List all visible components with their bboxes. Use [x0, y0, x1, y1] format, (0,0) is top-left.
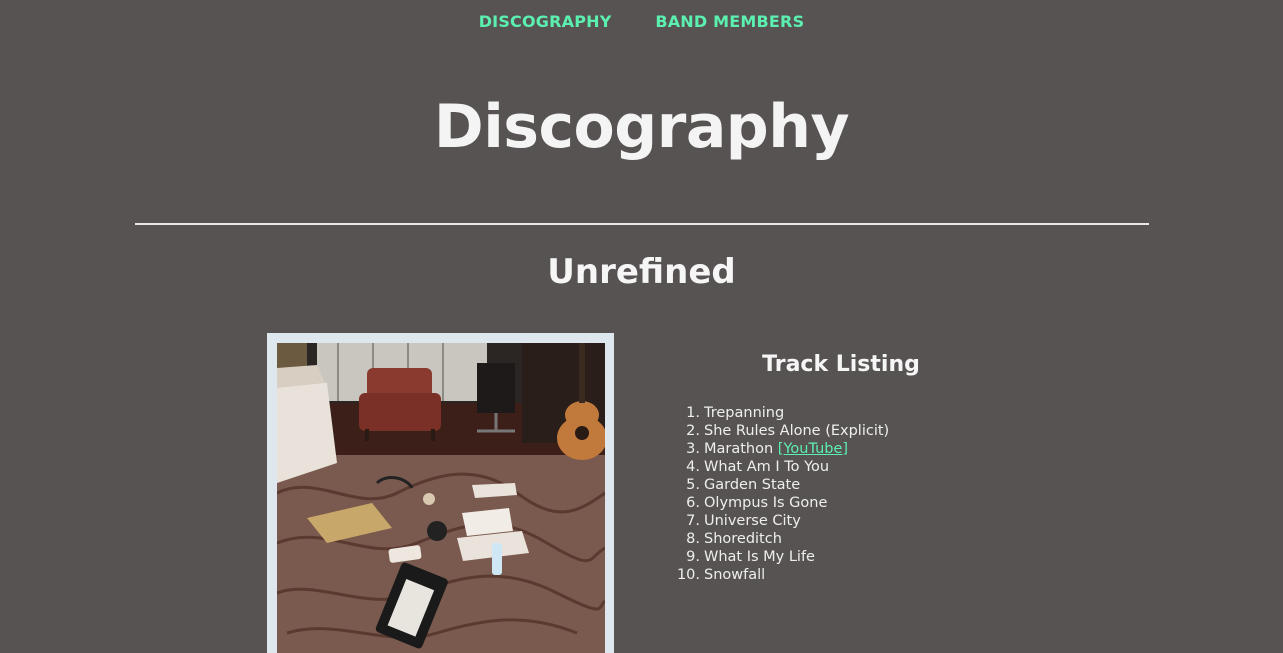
track-item: 2. She Rules Alone (Explicit): [686, 422, 890, 440]
track-item: 10. Snowfall: [677, 566, 889, 584]
track-item: 7. Universe City: [686, 512, 889, 530]
track-item: 6. Olympus Is Gone: [686, 494, 889, 512]
track-number: 3.: [686, 441, 700, 457]
track-title: Snowfall: [704, 567, 766, 583]
album-title: Unrefined: [547, 252, 736, 292]
track-title: Trepanning: [704, 405, 785, 421]
track-number: 10.: [676, 567, 700, 583]
track-title: Garden State: [704, 477, 801, 493]
track-title: She Rules Alone (Explicit): [704, 423, 890, 439]
track-title: Marathon: [704, 441, 774, 457]
track-item: 8. Shoreditch: [686, 530, 889, 548]
track-listing-heading: Track Listing: [762, 352, 920, 377]
track-number: 9.: [686, 549, 700, 565]
nav-link-discography[interactable]: DISCOGRAPHY: [479, 12, 612, 31]
track-title: What Am I To You: [704, 459, 830, 475]
nav-link-band-members[interactable]: BAND MEMBERS: [655, 12, 804, 31]
track-number: 2.: [686, 423, 700, 439]
track-item: 5. Garden State: [686, 476, 889, 494]
section-divider: [135, 223, 1149, 225]
album-cover-frame: [267, 333, 614, 653]
track-item: 3. Marathon [YouTube]: [686, 440, 889, 458]
track-number: 7.: [686, 513, 700, 529]
track-title: What Is My Life: [704, 549, 815, 565]
album-cover-image: [277, 343, 605, 653]
track-number: 5.: [686, 477, 700, 493]
track-list: 1. Trepanning 2. She Rules Alone (Explicit…: [677, 404, 890, 584]
track-number: 8.: [686, 531, 700, 547]
page-title: Discography: [433, 92, 850, 162]
track-title: Shoreditch: [704, 531, 782, 547]
youtube-link[interactable]: [YouTube]: [778, 441, 848, 457]
track-item: 9. What Is My Life: [686, 548, 889, 566]
top-nav: DISCOGRAPHY BAND MEMBERS: [0, 12, 1283, 31]
track-number: 6.: [686, 495, 700, 511]
track-number: 1.: [686, 405, 700, 421]
track-item: 4. What Am I To You: [686, 458, 889, 476]
track-title: Universe City: [704, 513, 801, 529]
track-item: 1. Trepanning: [686, 404, 889, 422]
track-number: 4.: [686, 459, 700, 475]
track-title: Olympus Is Gone: [704, 495, 828, 511]
